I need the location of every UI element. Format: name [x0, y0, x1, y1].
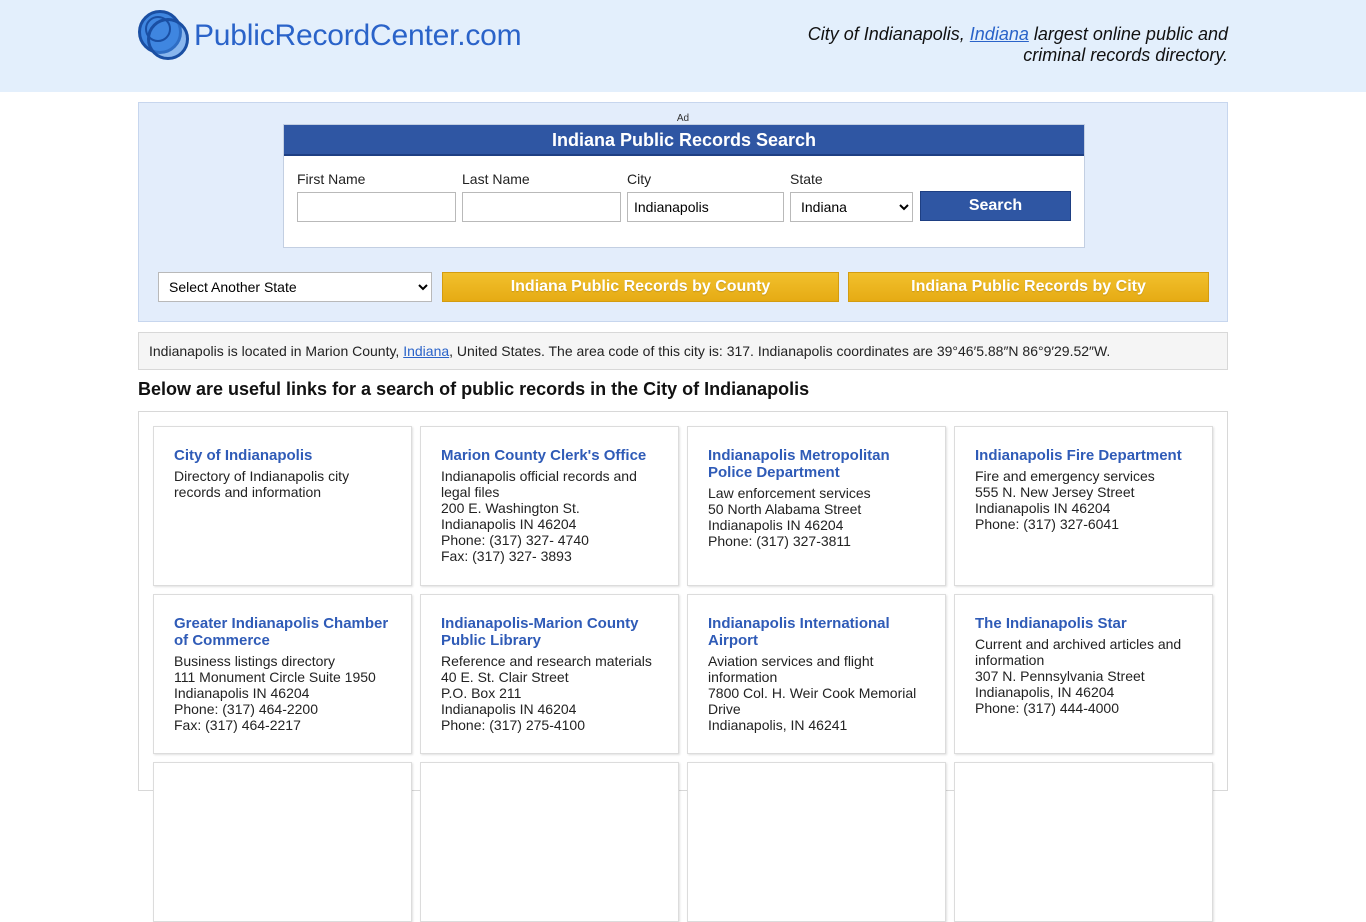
last-name-label: Last Name [462, 171, 530, 187]
state-select[interactable]: Indiana [790, 192, 913, 222]
link-card: Indianapolis Fire Department Fire and em… [954, 426, 1213, 586]
state-group: State Indiana [790, 171, 913, 222]
first-name-group: First Name [297, 171, 456, 222]
site-tagline: City of Indianapolis, Indiana largest on… [807, 24, 1228, 65]
records-search-form: Indiana Public Records Search First Name… [283, 124, 1085, 248]
city-label: City [627, 171, 652, 187]
link-card [687, 762, 946, 922]
link-card [153, 762, 412, 922]
search-button[interactable]: Search [920, 191, 1071, 221]
site-header: PublicRecordCenter.com City of Indianapo… [0, 0, 1366, 92]
card-title-link[interactable]: Indianapolis-Marion County Public Librar… [441, 615, 658, 649]
records-by-county-button[interactable]: Indiana Public Records by County [442, 272, 839, 302]
another-state-select[interactable]: Select Another State [158, 272, 432, 302]
city-group: City [627, 171, 784, 222]
first-name-input[interactable] [297, 192, 456, 222]
card-title-link[interactable]: Indianapolis Fire Department [975, 447, 1192, 464]
card-title-link[interactable]: City of Indianapolis [174, 447, 391, 464]
last-name-input[interactable] [462, 192, 621, 222]
card-title-link[interactable]: Marion County Clerk's Office [441, 447, 658, 464]
state-label: State [790, 171, 823, 187]
section-heading: Below are useful links for a search of p… [138, 379, 810, 399]
card-title-link[interactable]: Indianapolis Metropolitan Police Departm… [708, 447, 925, 481]
link-card: The Indianapolis Star Current and archiv… [954, 594, 1213, 754]
link-card: City of Indianapolis Directory of Indian… [153, 426, 412, 586]
info-state-link[interactable]: Indiana [403, 343, 449, 359]
link-card: Indianapolis-Marion County Public Librar… [420, 594, 679, 754]
first-name-label: First Name [297, 171, 366, 187]
logo-icon [138, 10, 192, 62]
link-card: Indianapolis Metropolitan Police Departm… [687, 426, 946, 586]
search-title: Indiana Public Records Search [284, 125, 1084, 156]
link-card: Greater Indianapolis Chamber of Commerce… [153, 594, 412, 754]
last-name-group: Last Name [462, 171, 621, 222]
city-info-bar: Indianapolis is located in Marion County… [138, 332, 1228, 370]
link-card [954, 762, 1213, 922]
ad-label: Ad [676, 113, 690, 124]
links-panel: City of Indianapolis Directory of Indian… [138, 411, 1228, 922]
logo-text: PublicRecordCenter.com [194, 19, 522, 52]
card-title-link[interactable]: Greater Indianapolis Chamber of Commerce [174, 615, 391, 649]
link-card [420, 762, 679, 922]
link-card: Marion County Clerk's Office Indianapoli… [420, 426, 679, 586]
link-card: Indianapolis International Airport Aviat… [687, 594, 946, 754]
card-title-link[interactable]: Indianapolis International Airport [708, 615, 925, 649]
search-panel: Ad Indiana Public Records Search First N… [138, 102, 1228, 322]
records-by-city-button[interactable]: Indiana Public Records by City [848, 272, 1209, 302]
tagline-state-link[interactable]: Indiana [970, 24, 1029, 44]
card-title-link[interactable]: The Indianapolis Star [975, 615, 1192, 632]
city-input[interactable] [627, 192, 784, 222]
site-logo[interactable]: PublicRecordCenter.com [138, 10, 522, 62]
